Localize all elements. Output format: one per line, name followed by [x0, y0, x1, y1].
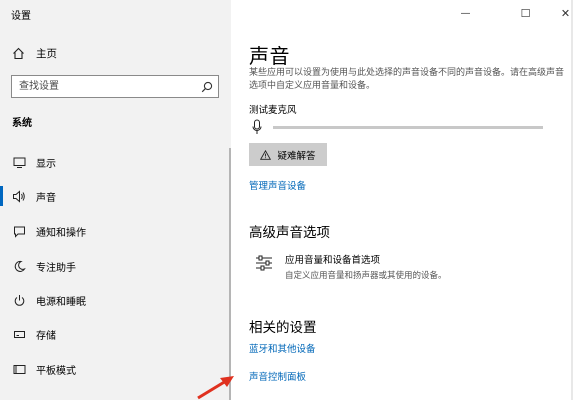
- storage-icon: [12, 327, 26, 341]
- sidebar-item-label: 存储: [36, 330, 56, 342]
- sidebar-item-focus-assist[interactable]: 专注助手: [0, 250, 231, 282]
- sidebar-item-notifications[interactable]: 通知和操作: [0, 215, 231, 247]
- notification-icon: [12, 224, 26, 238]
- warning-icon: [260, 149, 272, 160]
- sidebar-item-label: 平板模式: [36, 365, 76, 377]
- active-indicator: [0, 186, 3, 206]
- sidebar-item-label: 通知和操作: [36, 227, 86, 239]
- power-icon: [12, 293, 26, 307]
- maximize-icon: ☐: [520, 6, 531, 20]
- mic-test-label: 测试麦克风: [249, 105, 297, 116]
- sidebar-item-storage[interactable]: 存储: [0, 318, 231, 350]
- app-volume-title: 应用音量和设备首选项: [285, 255, 381, 266]
- page-title: 声音: [249, 44, 290, 68]
- main-scrollbar[interactable]: [571, 0, 573, 400]
- related-settings-title: 相关的设置: [249, 320, 317, 336]
- sidebar-item-sound[interactable]: 声音: [0, 180, 231, 212]
- home-icon: [12, 47, 26, 60]
- main-content: — ☐ ✕ 声音 某些应用可以设置为使用与此处选择的声音设备不同的声音设备。请在…: [231, 0, 581, 400]
- moon-icon: [12, 259, 26, 273]
- tablet-icon: [12, 362, 26, 376]
- app-volume-preferences[interactable]: 应用音量和设备首选项 自定义应用音量和扬声器或其使用的设备。: [255, 252, 447, 281]
- section-label-system: 系统: [12, 118, 32, 129]
- app-volume-subtitle: 自定义应用音量和扬声器或其使用的设备。: [285, 271, 447, 281]
- close-icon: ✕: [560, 6, 571, 20]
- search-icon[interactable]: [196, 81, 218, 93]
- sidebar-item-power-sleep[interactable]: 电源和睡眠: [0, 284, 231, 316]
- display-icon: [12, 155, 26, 169]
- home-label: 主页: [36, 48, 57, 60]
- minimize-icon: —: [460, 7, 471, 19]
- troubleshoot-label: 疑难解答: [277, 150, 316, 162]
- microphone-icon: [252, 119, 262, 139]
- annotation-arrow-icon: [197, 376, 234, 400]
- sidebar-item-display[interactable]: 显示: [0, 146, 231, 178]
- search-box[interactable]: [11, 75, 219, 98]
- maximize-button[interactable]: ☐: [510, 0, 541, 26]
- sound-control-panel-link[interactable]: 声音控制面板: [249, 369, 306, 383]
- bluetooth-devices-link[interactable]: 蓝牙和其他设备: [249, 341, 316, 355]
- search-input[interactable]: [19, 76, 196, 97]
- mic-level-meter: [273, 126, 543, 129]
- advanced-section-title: 高级声音选项: [249, 225, 330, 241]
- manage-sound-devices-link[interactable]: 管理声音设备: [249, 178, 306, 192]
- troubleshoot-button[interactable]: 疑难解答: [249, 143, 327, 166]
- speaker-icon: [12, 189, 26, 203]
- close-button[interactable]: ✕: [550, 0, 581, 26]
- sidebar: 设置 主页 系统 显示 声音 通知和操作 专注助手: [0, 0, 231, 400]
- sidebar-home[interactable]: 主页: [12, 46, 57, 61]
- app-title: 设置: [11, 11, 31, 22]
- page-description: 某些应用可以设置为使用与此处选择的声音设备不同的声音设备。请在高级声音选项中自定…: [249, 68, 565, 91]
- sidebar-item-label: 声音: [36, 192, 56, 204]
- mixer-icon: [255, 252, 275, 281]
- minimize-button[interactable]: —: [450, 0, 481, 26]
- sidebar-item-label: 显示: [36, 158, 56, 170]
- sidebar-item-label: 电源和睡眠: [36, 296, 86, 308]
- sidebar-item-label: 专注助手: [36, 262, 76, 274]
